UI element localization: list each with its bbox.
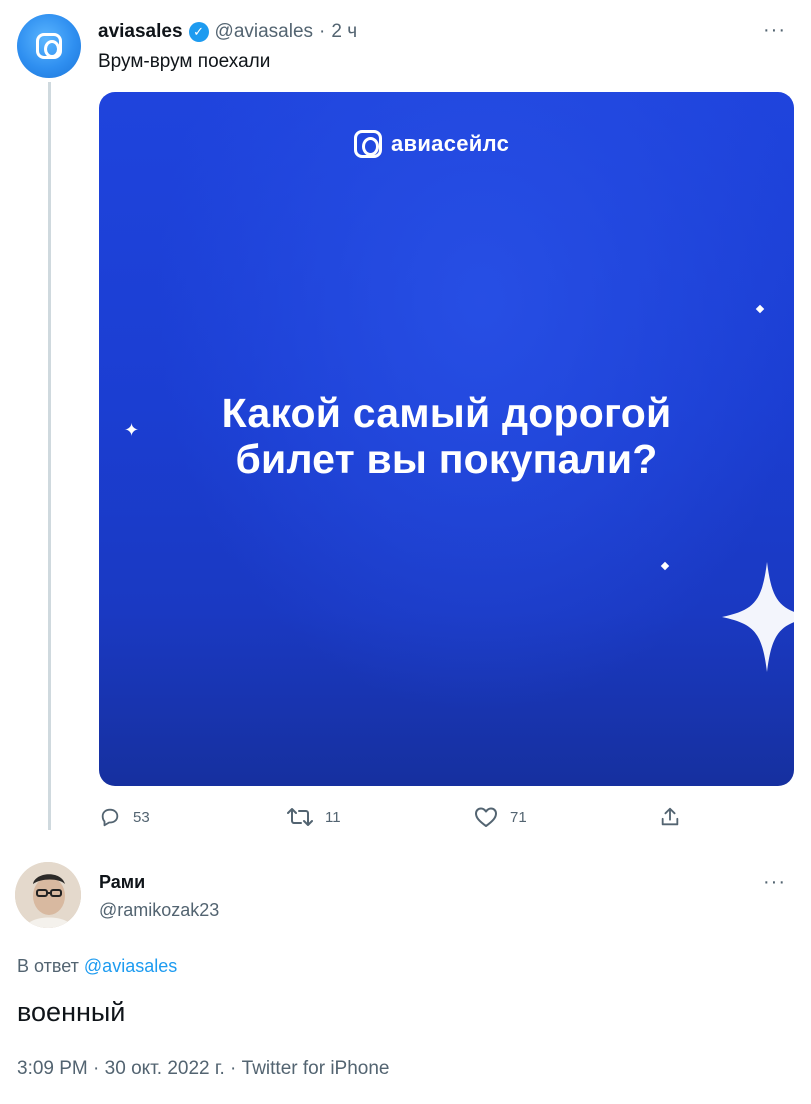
- tweet-actions: 53 11 71: [99, 806, 699, 834]
- more-icon[interactable]: ···: [763, 20, 786, 40]
- thread-connector-line: [48, 82, 51, 830]
- reply-context: В ответ @aviasales: [17, 956, 177, 977]
- media-headline: Какой самый дорогой билет вы покупали?: [99, 390, 794, 482]
- media-headline-line1: Какой самый дорогой: [221, 390, 672, 436]
- retweet-count: 11: [325, 808, 341, 826]
- reply-mention-link[interactable]: @aviasales: [84, 956, 177, 976]
- media-brand-logo: авиасейлс: [354, 130, 509, 158]
- reply-text: военный: [17, 997, 126, 1027]
- like-icon: [475, 807, 497, 827]
- user-photo: [15, 862, 81, 928]
- author-name[interactable]: aviasales: [98, 21, 183, 43]
- reply-prefix: В ответ: [17, 956, 79, 976]
- source-client[interactable]: Twitter for iPhone: [242, 1058, 390, 1079]
- retweet-action[interactable]: 11: [287, 806, 341, 828]
- reply-author-name[interactable]: Рами: [99, 872, 145, 893]
- more-icon[interactable]: ···: [763, 872, 786, 892]
- sparkle-large-decoration: [722, 562, 794, 672]
- separator-dot: ·: [93, 1058, 100, 1079]
- tweet-header: aviasales ✓ @aviasales · 2 ч: [98, 18, 357, 46]
- reply-author-handle[interactable]: @ramikozak23: [99, 900, 219, 921]
- reply-count: 53: [133, 808, 150, 826]
- media-brand-text: авиасейлс: [391, 131, 510, 156]
- sparkle-decoration: ✦: [124, 420, 140, 440]
- verified-badge-icon: ✓: [188, 22, 209, 42]
- date[interactable]: 30 окт. 2022 г.: [105, 1058, 225, 1079]
- share-action[interactable]: [659, 806, 681, 828]
- reply-author-avatar[interactable]: [15, 862, 81, 928]
- sparkle-decoration: [660, 561, 670, 571]
- share-icon: [661, 807, 679, 826]
- media-headline-line2: билет вы покупали?: [235, 436, 658, 482]
- tweet-media-image[interactable]: авиасейлс Какой самый дорогой билет вы п…: [99, 92, 794, 786]
- brand-logo-icon: [354, 130, 382, 158]
- sparkle-decoration: [755, 304, 765, 314]
- separator-dot: ·: [230, 1058, 237, 1079]
- reply-action[interactable]: 53: [99, 806, 150, 828]
- like-action[interactable]: 71: [474, 806, 527, 828]
- author-avatar[interactable]: [17, 14, 81, 78]
- tweet-metadata: 3:09 PM · 30 окт. 2022 г. · Twitter for …: [17, 1058, 390, 1080]
- retweet-icon: [287, 808, 313, 826]
- tweet-text: Врум-врум поехали: [98, 51, 271, 72]
- reply-icon: [101, 808, 119, 827]
- timestamp[interactable]: 3:09 PM: [17, 1058, 88, 1079]
- brand-logo-icon: [36, 33, 62, 59]
- like-count: 71: [510, 808, 527, 826]
- separator-dot: ·: [319, 21, 326, 42]
- tweet-time[interactable]: 2 ч: [331, 21, 357, 43]
- author-handle[interactable]: @aviasales: [215, 21, 314, 43]
